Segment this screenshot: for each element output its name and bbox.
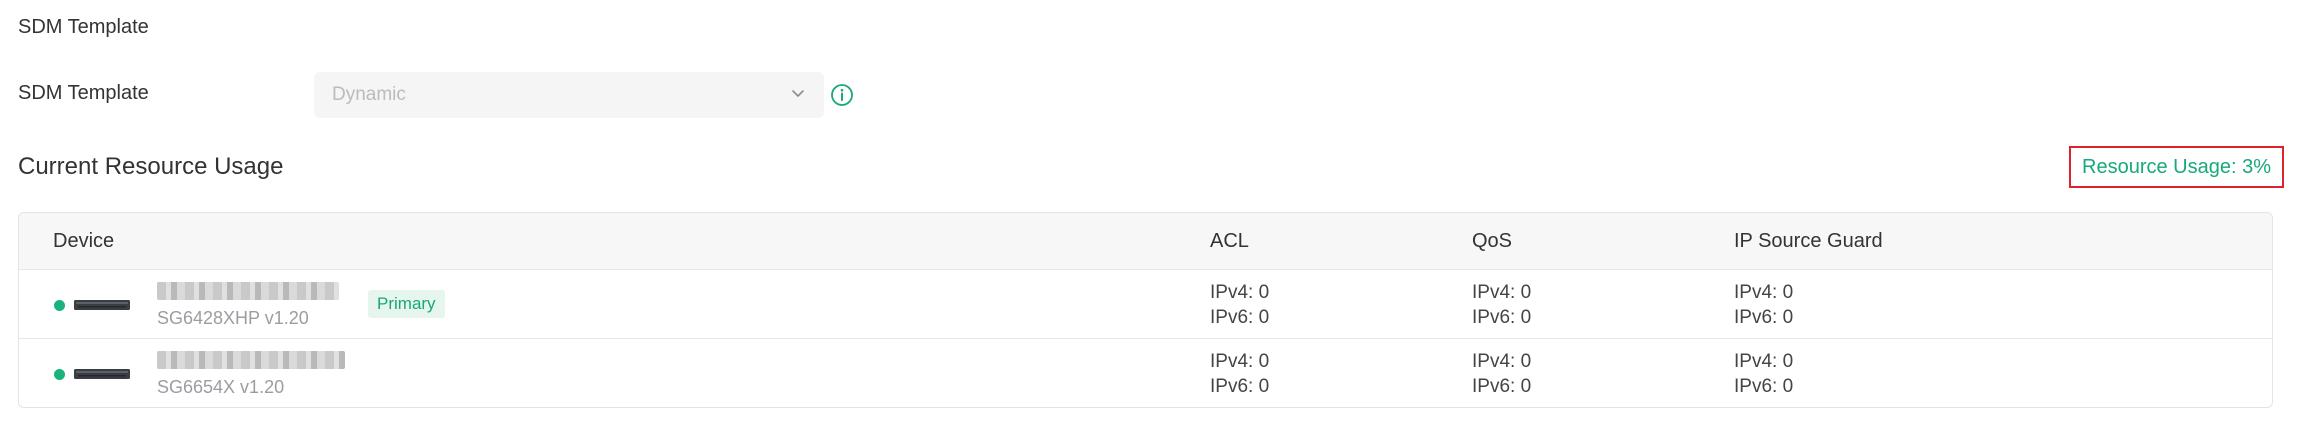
sdm-template-label: SDM Template xyxy=(18,82,149,104)
header-device: Device xyxy=(53,230,115,252)
switch-device-icon xyxy=(74,300,130,310)
qos-cell: IPv4: 0 IPv6: 0 xyxy=(1472,280,1531,330)
sdm-template-value: Dynamic xyxy=(332,84,406,105)
device-model: SG6654X v1.20 xyxy=(157,377,285,397)
qos-ipv4: IPv4: 0 xyxy=(1472,282,1532,303)
ipsg-ipv6: IPv6: 0 xyxy=(1734,307,1794,328)
sdm-template-field: SDM Template Dynamic xyxy=(18,72,918,118)
qos-ipv4: IPv4: 0 xyxy=(1472,351,1532,372)
ipsg-cell: IPv4: 0 IPv6: 0 xyxy=(1734,349,1793,399)
device-name-redacted xyxy=(157,351,345,369)
acl-ipv4: IPv4: 0 xyxy=(1210,351,1270,372)
header-ip-source-guard: IP Source Guard xyxy=(1734,230,1883,252)
qos-cell: IPv4: 0 IPv6: 0 xyxy=(1472,349,1531,399)
header-qos: QoS xyxy=(1472,230,1513,252)
ipsg-cell: IPv4: 0 IPv6: 0 xyxy=(1734,280,1793,330)
chevron-down-icon xyxy=(792,90,804,97)
status-dot-online xyxy=(54,369,65,380)
acl-ipv6: IPv6: 0 xyxy=(1210,307,1270,328)
table-row[interactable]: SG6654X v1.20 IPv4: 0 IPv6: 0 IPv4: 0 IP… xyxy=(19,339,2272,407)
section-title: SDM Template xyxy=(18,16,149,38)
device-model: SG6428XHP v1.20 xyxy=(157,308,309,328)
resource-usage-title: Current Resource Usage xyxy=(18,153,284,180)
acl-cell: IPv4: 0 IPv6: 0 xyxy=(1210,349,1269,399)
resource-usage-badge: Resource Usage: 3% xyxy=(2069,146,2284,188)
acl-ipv4: IPv4: 0 xyxy=(1210,282,1270,303)
switch-device-icon xyxy=(74,369,130,379)
header-acl: ACL xyxy=(1210,230,1249,252)
ipsg-ipv6: IPv6: 0 xyxy=(1734,376,1794,397)
sdm-template-page: SDM Template SDM Template Dynamic Curren… xyxy=(0,0,2297,441)
info-icon[interactable] xyxy=(830,83,854,107)
device-name-redacted xyxy=(157,282,339,300)
table-row[interactable]: SG6428XHP v1.20 Primary IPv4: 0 IPv6: 0 … xyxy=(19,270,2272,339)
ipsg-ipv4: IPv4: 0 xyxy=(1734,351,1794,372)
table-header: Device ACL QoS IP Source Guard xyxy=(19,213,2272,270)
resource-usage-table: Device ACL QoS IP Source Guard SG6428XHP… xyxy=(18,212,2273,408)
acl-cell: IPv4: 0 IPv6: 0 xyxy=(1210,280,1269,330)
status-dot-online xyxy=(54,300,65,311)
qos-ipv6: IPv6: 0 xyxy=(1472,307,1532,328)
sdm-template-select[interactable]: Dynamic xyxy=(314,72,824,118)
qos-ipv6: IPv6: 0 xyxy=(1472,376,1532,397)
ipsg-ipv4: IPv4: 0 xyxy=(1734,282,1794,303)
resource-usage-text: Resource Usage: 3% xyxy=(2082,155,2271,178)
primary-badge: Primary xyxy=(368,290,445,318)
acl-ipv6: IPv6: 0 xyxy=(1210,376,1270,397)
